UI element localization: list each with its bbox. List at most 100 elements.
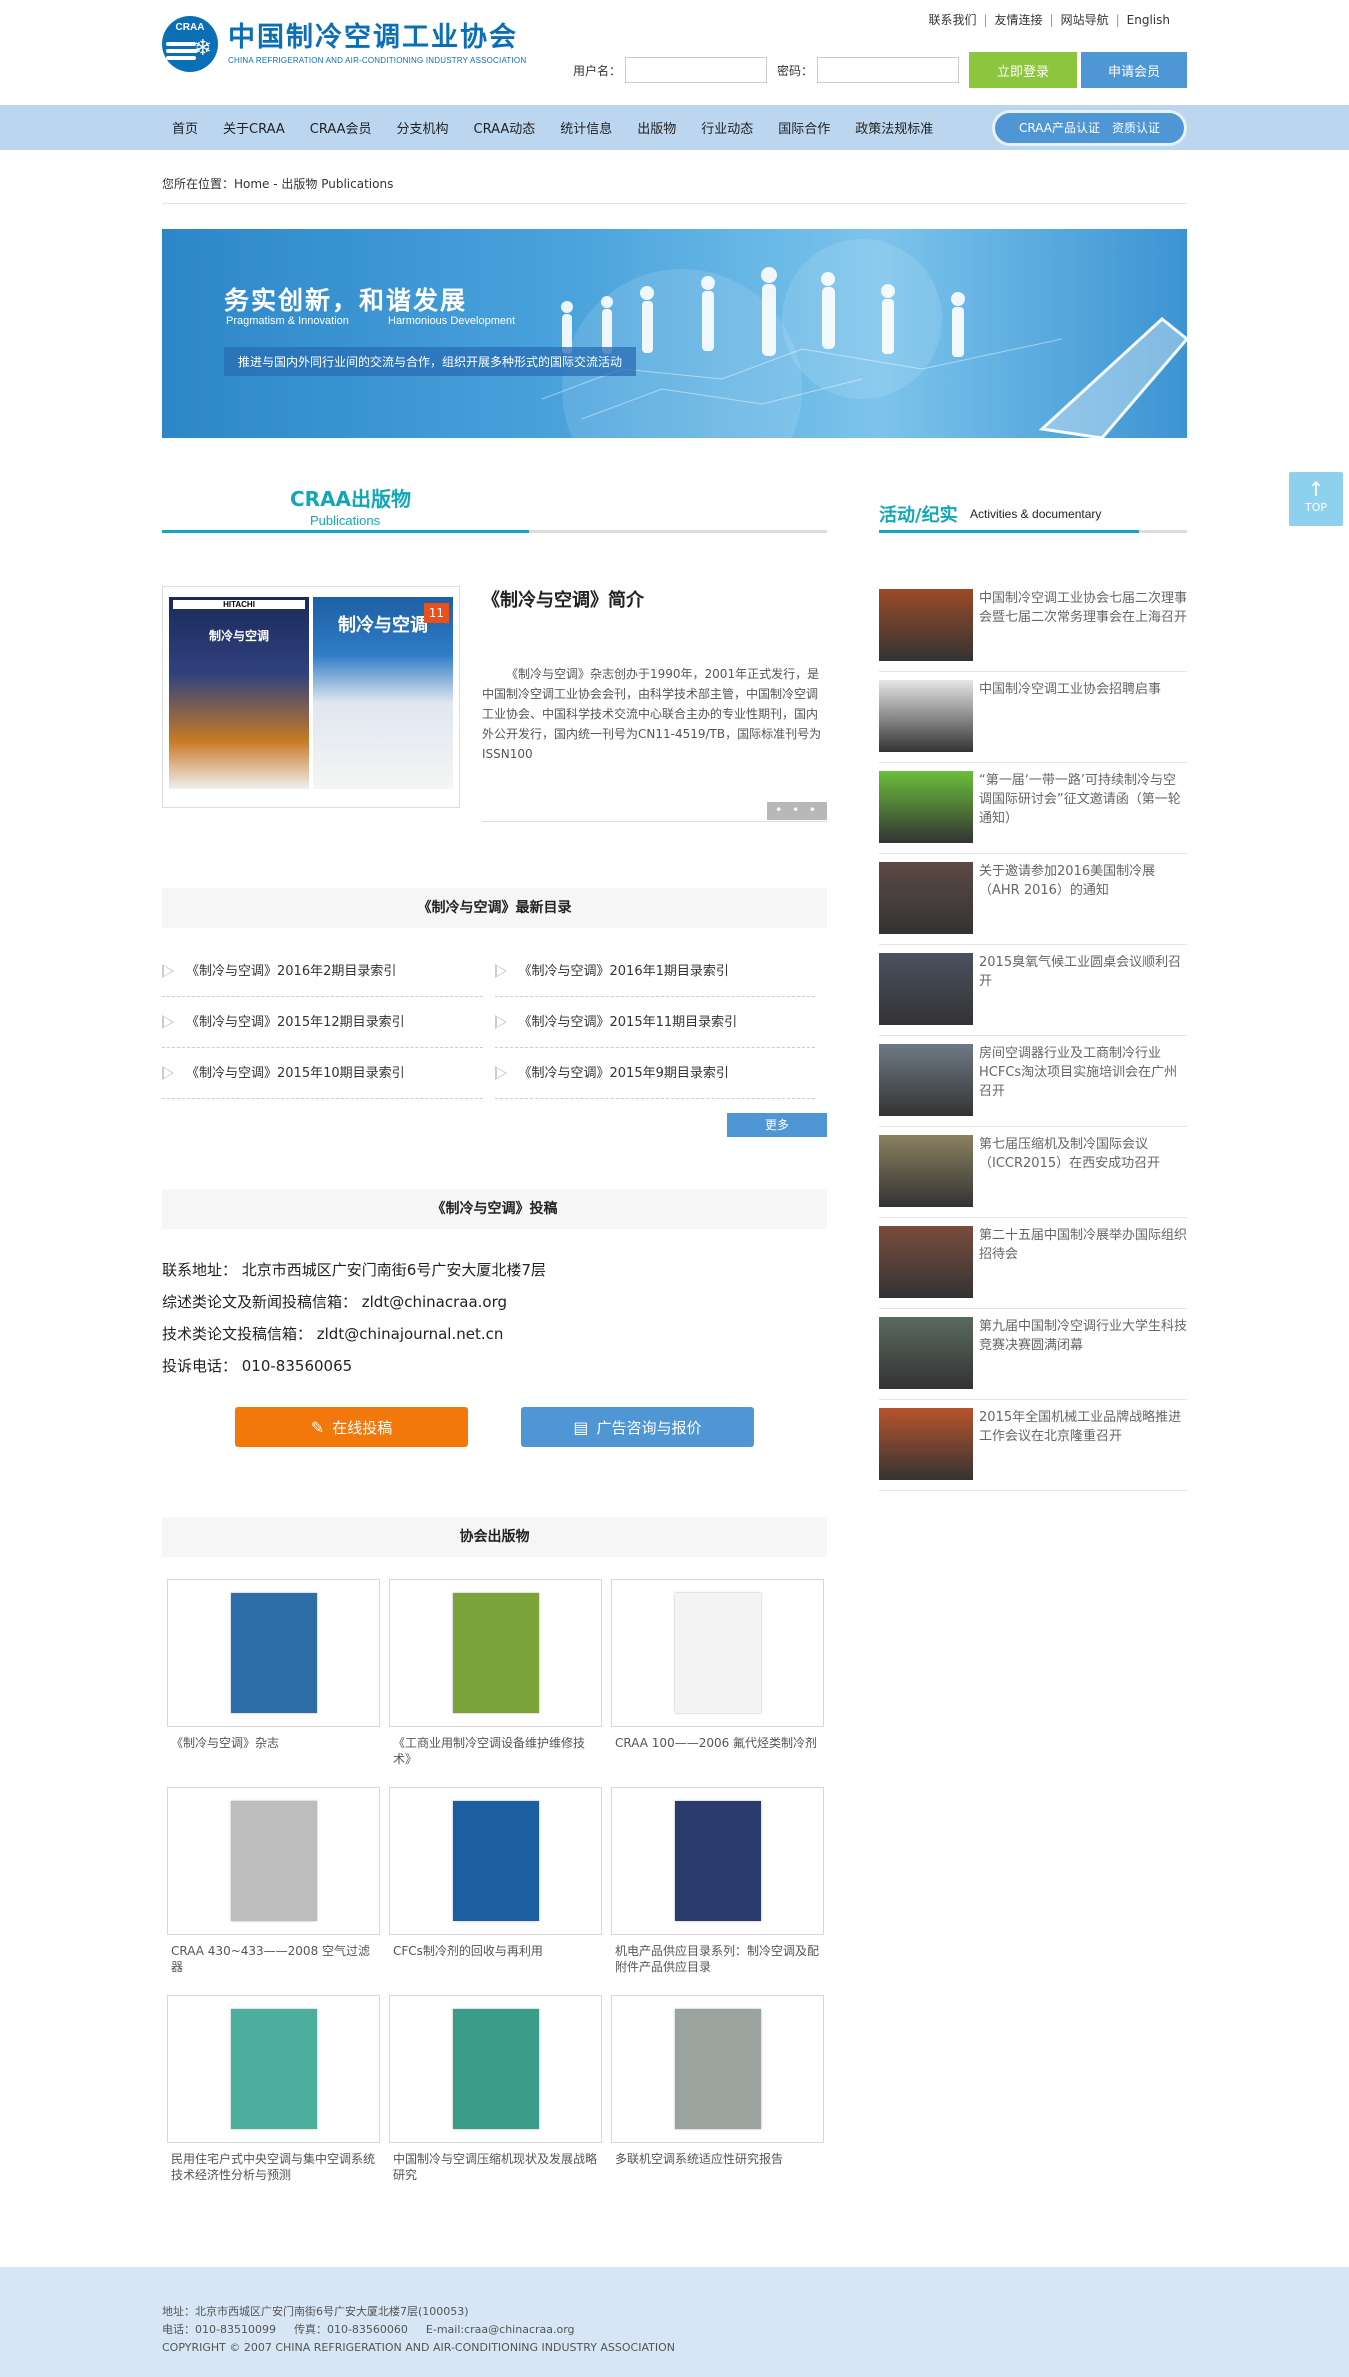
publication-caption: 中国制冷与空调压缩机现状及发展战略研究	[393, 2152, 598, 2182]
username-label: 用户名：	[572, 63, 621, 78]
magazine-covers[interactable]: HITACHI 制冷与空调 制冷与空调 11	[162, 586, 460, 808]
publication-thumbnail	[674, 2009, 761, 2129]
more-dots-button[interactable]: • • •	[767, 802, 827, 820]
cert-product-link[interactable]: CRAA产品认证	[1019, 119, 1100, 136]
activity-item[interactable]: 2015臭氧气候工业圆桌会议顺利召开	[879, 945, 1187, 1036]
toc-section: 《制冷与空调》最新目录 《制冷与空调》2016年2期目录索引 《制冷与空调》20…	[162, 888, 827, 1149]
divider: |	[983, 13, 988, 27]
publication-card[interactable]: CRAA 430~433——2008 空气过滤器	[167, 1787, 380, 1995]
activity-item[interactable]: 中国制冷空调工业协会七届二次理事会暨七届二次常务理事会在上海召开	[879, 581, 1187, 672]
activity-item[interactable]: 第二十五届中国制冷展举办国际组织招待会	[879, 1218, 1187, 1309]
toc-item[interactable]: 《制冷与空调》2016年1期目录索引	[494, 946, 815, 997]
back-to-top-button[interactable]: ↑ TOP	[1289, 472, 1343, 526]
link-sitemap[interactable]: 网站导航	[1054, 13, 1116, 27]
toc-item[interactable]: 《制冷与空调》2015年9期目录索引	[494, 1048, 815, 1099]
magazine-cover: HITACHI 制冷与空调	[169, 597, 309, 789]
link-english[interactable]: English	[1120, 13, 1177, 27]
publication-card[interactable]: CFCs制冷剂的回收与再利用	[389, 1787, 602, 1995]
activity-title: 第二十五届中国制冷展举办国际组织招待会	[979, 1228, 1188, 1262]
back-to-top-label: TOP	[1304, 501, 1327, 514]
link-friends[interactable]: 友情连接	[988, 13, 1050, 27]
activity-photo	[879, 1408, 973, 1480]
ad-inquiry-button[interactable]: ▤ 广告咨询与报价	[521, 1407, 754, 1447]
publication-thumbnail	[452, 1801, 539, 1921]
nav-item-news[interactable]: CRAA动态	[474, 118, 536, 137]
nav-item-members[interactable]: CRAA会员	[310, 118, 372, 137]
publication-caption: CRAA 100——2006 氟代烃类制冷剂	[615, 1736, 818, 1750]
intro-title[interactable]: 《制冷与空调》简介	[482, 586, 827, 612]
activity-item[interactable]: 第七届压缩机及制冷国际会议（ICCR2015）在西安成功召开	[879, 1127, 1187, 1218]
certification-pill: CRAA产品认证 资质认证	[992, 109, 1187, 146]
activities-title: 活动/纪实	[879, 505, 958, 526]
arrow-up-icon: ↑	[1307, 477, 1325, 501]
online-submit-button[interactable]: ✎ 在线投稿	[235, 1407, 468, 1447]
activity-photo	[879, 953, 973, 1025]
section-title: CRAA出版物	[290, 487, 412, 511]
toc-item[interactable]: 《制冷与空调》2015年12期目录索引	[162, 997, 483, 1048]
activity-title: 中国制冷空调工业协会招聘启事	[979, 682, 1162, 697]
publication-image-frame	[389, 1579, 602, 1727]
activity-item[interactable]: 关于邀请参加2016美国制冷展（AHR 2016）的通知	[879, 854, 1187, 945]
password-label: 密码：	[776, 63, 813, 78]
contact-tech-email: 技术类论文投稿信箱： zldt@chinajournal.net.cn	[162, 1325, 504, 1343]
activity-item[interactable]: 2015年全国机械工业品牌战略推进工作会议在北京隆重召开	[879, 1400, 1187, 1491]
activity-title: 2015年全国机械工业品牌战略推进工作会议在北京隆重召开	[979, 1410, 1182, 1444]
publication-thumbnail	[452, 1593, 539, 1713]
publication-card[interactable]: 民用住宅户式中央空调与集中空调系统技术经济性分析与预测	[167, 1995, 380, 2203]
nav-item-about[interactable]: 关于CRAA	[223, 118, 285, 137]
activities-title-en: Activities & documentary	[970, 507, 1102, 521]
triangle-icon	[494, 964, 507, 978]
org-name-cn: 中国制冷空调工业协会	[228, 22, 518, 54]
publication-thumbnail	[452, 2009, 539, 2129]
activities-header: 活动/纪实 Activities & documentary	[879, 483, 1187, 533]
username-input[interactable]	[624, 57, 767, 83]
toc-item-label: 《制冷与空调》2015年11期目录索引	[518, 1015, 738, 1030]
activity-item[interactable]: “第一届‘一带一路’可持续制冷与空调国际研讨会”征文邀请函（第一轮通知）	[879, 763, 1187, 854]
toc-item-label: 《制冷与空调》2015年9期目录索引	[518, 1066, 729, 1081]
publication-card[interactable]: 多联机空调系统适应性研究报告	[611, 1995, 824, 2203]
toc-item[interactable]: 《制冷与空调》2015年10期目录索引	[162, 1048, 483, 1099]
toc-more-button[interactable]: 更多	[727, 1113, 827, 1137]
password-input[interactable]	[817, 57, 959, 83]
publication-image-frame	[611, 1787, 824, 1935]
publication-card[interactable]: 《工商业用制冷空调设备维护维修技术》	[389, 1579, 602, 1787]
activity-photo	[879, 1135, 973, 1207]
banner-illustration	[541, 239, 1187, 438]
triangle-icon	[162, 1015, 174, 1029]
divider: |	[1049, 13, 1054, 27]
association-publications: 协会出版物 《制冷与空调》杂志 《工商业用制冷空调设备维护维修技术》 CRAA 10…	[162, 1517, 827, 2203]
link-contact[interactable]: 联系我们	[921, 13, 983, 27]
nav-item-statistics[interactable]: 统计信息	[560, 118, 612, 137]
nav-item-home[interactable]: 首页	[172, 118, 198, 137]
activity-photo	[879, 1226, 973, 1298]
magazine-cover: 制冷与空调 11	[313, 597, 453, 789]
activity-item[interactable]: 中国制冷空调工业协会招聘启事	[879, 672, 1187, 763]
intro-footer: • • •	[482, 802, 827, 822]
toc-item[interactable]: 《制冷与空调》2016年2期目录索引	[162, 946, 483, 997]
cert-qualification-link[interactable]: 资质认证	[1112, 119, 1160, 136]
login-button[interactable]: 立即登录	[969, 52, 1077, 88]
toc-item[interactable]: 《制冷与空调》2015年11期目录索引	[494, 997, 815, 1048]
activity-photo	[879, 1044, 973, 1116]
contact-complaint-phone: 投诉电话： 010-83560065	[162, 1357, 353, 1375]
nav-item-branches[interactable]: 分支机构	[396, 118, 448, 137]
footer-phone: 电话：010-83510099	[162, 2323, 276, 2336]
nav-item-policy[interactable]: 政策法规标准	[855, 118, 933, 137]
publication-card[interactable]: 中国制冷与空调压缩机现状及发展战略研究	[389, 1995, 602, 2203]
apply-member-button[interactable]: 申请会员	[1081, 52, 1187, 88]
nav-item-publications[interactable]: 出版物	[637, 118, 676, 137]
triangle-icon	[162, 1066, 174, 1080]
login-form: 用户名： 密码： 立即登录 申请会员	[573, 52, 1187, 88]
footer-email: E-mail:craa@chinacraa.org	[425, 2323, 575, 2336]
publication-card[interactable]: 机电产品供应目录系列：制冷空调及配附件产品供应目录	[611, 1787, 824, 1995]
activity-title: 房间空调器行业及工商制冷行业HCFCs淘汰项目实施培训会在广州召开	[979, 1046, 1178, 1099]
activity-item[interactable]: 房间空调器行业及工商制冷行业HCFCs淘汰项目实施培训会在广州召开	[879, 1036, 1187, 1127]
activity-item[interactable]: 第九届中国制冷空调行业大学生科技竞赛决赛圆满闭幕	[879, 1309, 1187, 1400]
nav-item-industry[interactable]: 行业动态	[701, 118, 753, 137]
nav-item-international[interactable]: 国际合作	[778, 118, 830, 137]
publication-card[interactable]: 《制冷与空调》杂志	[167, 1579, 380, 1787]
publication-card[interactable]: CRAA 100——2006 氟代烃类制冷剂	[611, 1579, 824, 1787]
breadcrumb: 您所在位置：Home - 出版物 Publications	[162, 150, 1187, 204]
main-nav: 首页 关于CRAA CRAA会员 分支机构 CRAA动态 统计信息 出版物 行业…	[0, 105, 1349, 150]
site-logo[interactable]: CRAA ❄ 中国制冷空调工业协会 CHINA REFRIGERATION AN…	[162, 16, 526, 72]
